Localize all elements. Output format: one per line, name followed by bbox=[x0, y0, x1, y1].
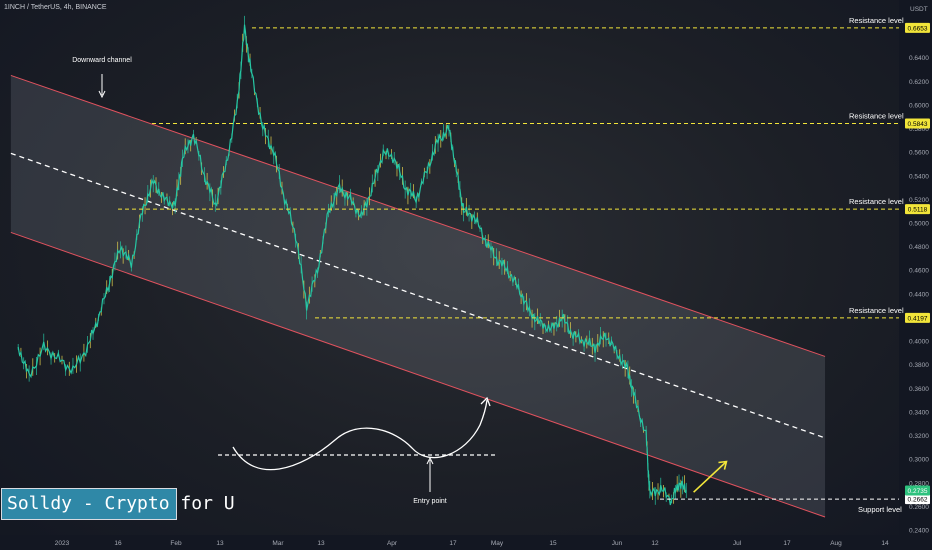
time-tick-label: Apr bbox=[387, 540, 398, 547]
symbol-header: 1INCH / TetherUS, 4h, BINANCE bbox=[4, 4, 107, 11]
time-tick-label: 13 bbox=[317, 540, 325, 547]
price-tick-label: 0.3800 bbox=[909, 362, 929, 369]
support-level-label: Support level bbox=[858, 505, 902, 514]
price-level-badge: 0.6653 bbox=[908, 25, 928, 32]
resistance-level-label: Resistance level bbox=[849, 306, 904, 315]
time-tick-label: Jun bbox=[612, 540, 623, 547]
price-tick-label: 0.5400 bbox=[909, 173, 929, 180]
watermark-banner: Solldy - Crypto for U bbox=[1, 488, 235, 520]
price-tick-label: 0.3200 bbox=[909, 433, 929, 440]
resistance-level-label: Resistance level bbox=[849, 111, 904, 120]
price-tick-label: 0.4800 bbox=[909, 244, 929, 251]
time-tick-label: 16 bbox=[114, 540, 122, 547]
current-price-badge: 0.2735 bbox=[908, 488, 928, 495]
price-tick-label: 0.6000 bbox=[909, 102, 929, 109]
chart-stage: USDT 0.2400 0.2600 0.2800 0.3000 0.3200 0.3400… bbox=[0, 0, 932, 550]
entry-point-label: Entry point bbox=[413, 498, 447, 505]
price-tick-label: 0.5000 bbox=[909, 221, 929, 228]
channel-fill bbox=[10, 75, 826, 518]
price-chart[interactable]: USDT0.24000.26000.28000.30000.32000.3400… bbox=[0, 0, 932, 550]
time-tick-label: Mar bbox=[272, 540, 284, 547]
price-level-badge: 0.2662 bbox=[908, 497, 928, 504]
price-tick-label: 0.5200 bbox=[909, 197, 929, 204]
time-tick-label: 2023 bbox=[55, 540, 70, 547]
price-level-badge: 0.5118 bbox=[908, 207, 928, 214]
price-tick-label: 0.2600 bbox=[909, 504, 929, 511]
wave-curve bbox=[232, 399, 488, 471]
time-tick-label: Jul bbox=[733, 540, 742, 547]
price-level-badge: 0.4197 bbox=[908, 315, 928, 322]
time-tick-label: Feb bbox=[170, 540, 182, 547]
price-tick-label: 0.3000 bbox=[909, 457, 929, 464]
price-level-badge: 0.5843 bbox=[908, 121, 928, 128]
price-tick-label: 0.4000 bbox=[909, 339, 929, 346]
price-tick-label: 0.5600 bbox=[909, 150, 929, 157]
price-tick-label: 0.3400 bbox=[909, 409, 929, 416]
price-axis-unit: USDT bbox=[910, 6, 928, 13]
time-tick-label: May bbox=[491, 540, 504, 547]
price-tick-label: 0.4600 bbox=[909, 268, 929, 275]
price-tick-label: 0.6400 bbox=[909, 55, 929, 62]
time-tick-label: Aug bbox=[830, 540, 842, 547]
time-tick-label: 14 bbox=[881, 540, 889, 547]
price-tick-label: 0.4400 bbox=[909, 291, 929, 298]
time-tick-label: 17 bbox=[783, 540, 791, 547]
time-tick-label: 17 bbox=[449, 540, 457, 547]
time-tick-label: 15 bbox=[549, 540, 557, 547]
price-tick-label: 0.2400 bbox=[909, 528, 929, 535]
time-tick-label: 13 bbox=[216, 540, 224, 547]
time-axis-panel bbox=[0, 535, 932, 550]
time-tick-label: 12 bbox=[651, 540, 659, 547]
downward-channel-label: Downward channel bbox=[72, 57, 132, 64]
resistance-level-label: Resistance level bbox=[849, 197, 904, 206]
price-tick-label: 0.6200 bbox=[909, 79, 929, 86]
price-tick-label: 0.3600 bbox=[909, 386, 929, 393]
resistance-level-label: Resistance level bbox=[849, 16, 904, 25]
